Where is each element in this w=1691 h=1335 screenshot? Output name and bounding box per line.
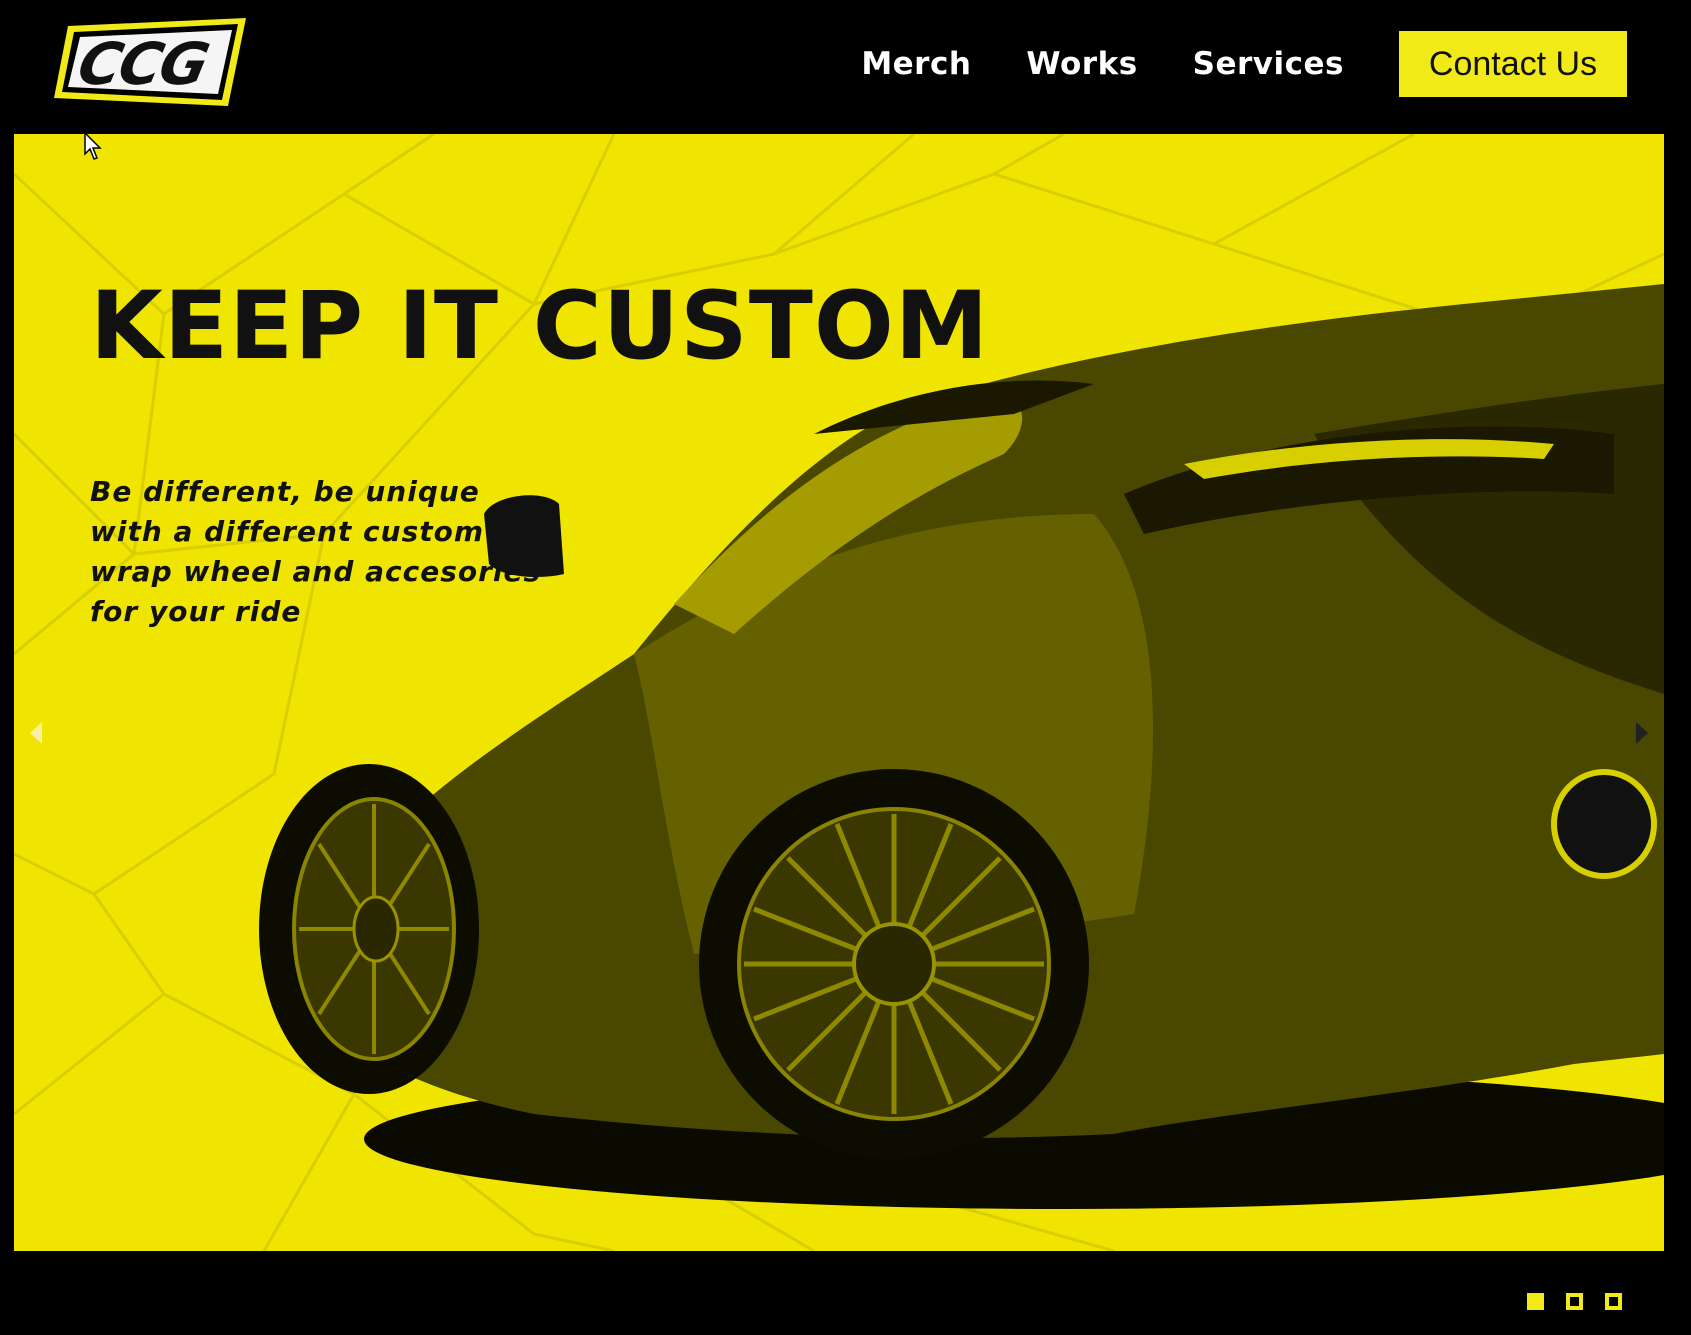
- hero-title: KEEP IT CUSTOM: [90, 272, 990, 381]
- carousel-prev-button[interactable]: [24, 718, 48, 748]
- nav-merch[interactable]: Merch: [861, 46, 971, 82]
- nav-works[interactable]: Works: [1026, 46, 1137, 82]
- carousel-dot-3[interactable]: [1605, 1293, 1622, 1310]
- site-header: CCG Merch Works Services Contact Us: [0, 0, 1691, 134]
- hero-description: Be different, be unique with a different…: [90, 475, 548, 628]
- mouse-pointer-icon: [84, 132, 102, 160]
- brand-logo[interactable]: CCG: [50, 14, 252, 108]
- hero-slider: KEEP IT CUSTOM Be different, be unique w…: [14, 134, 1664, 1251]
- carousel-indicators: [1505, 1293, 1622, 1310]
- carousel-next-button[interactable]: [1630, 718, 1654, 748]
- page: CCG Merch Works Services Contact Us KEEP…: [0, 0, 1691, 1335]
- carousel-dot-1[interactable]: [1527, 1293, 1544, 1310]
- caret-right-icon: [1636, 722, 1648, 744]
- contact-us-button[interactable]: Contact Us: [1399, 31, 1627, 97]
- nav-services[interactable]: Services: [1193, 46, 1344, 82]
- caret-left-icon: [30, 722, 42, 744]
- main-nav: Merch Works Services Contact Us: [861, 30, 1627, 98]
- logo-text: CCG: [72, 31, 213, 98]
- carousel-dot-2[interactable]: [1566, 1293, 1583, 1310]
